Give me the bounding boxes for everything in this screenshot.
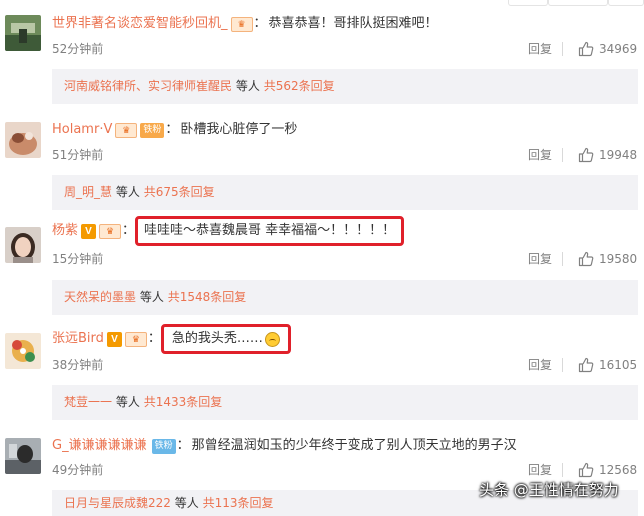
like-button[interactable]: 12568 — [578, 461, 637, 479]
like-count: 12568 — [599, 463, 638, 477]
colon: ： — [122, 223, 136, 238]
comment-text: 急的我头秃…… — [171, 331, 263, 346]
reply-users[interactable]: 周_明_慧 — [64, 185, 112, 199]
reply-count-link[interactable]: 共1548条回复 — [168, 290, 247, 304]
comment-time: 38分钟前 — [52, 358, 104, 372]
toolbar-tab[interactable] — [548, 0, 608, 6]
reply-users-suffix: 等人 — [115, 185, 140, 199]
highlight-box: 急的我头秃…… — [160, 324, 291, 354]
colon: ： — [253, 16, 267, 31]
username[interactable]: G_谦谦谦谦谦谦 — [52, 436, 147, 456]
replies-summary[interactable]: 周_明_慧 等人 共675条回复 — [52, 175, 638, 210]
like-button[interactable]: 34969 — [578, 40, 637, 58]
thumbs-up-icon — [578, 41, 594, 57]
replies-summary[interactable]: 河南威铭律所、实习律师崔醒民 等人 共562条回复 — [52, 69, 638, 104]
top-toolbar-edge — [0, 0, 644, 6]
thumbs-up-icon — [578, 251, 594, 267]
comment-text: 哇哇哇～恭喜魏晨哥 幸幸福福～！！！！！ — [144, 223, 396, 238]
reply-button[interactable]: 回复 — [528, 40, 552, 58]
thumbs-up-icon — [578, 462, 594, 478]
divider — [562, 42, 563, 56]
face-emoji-icon — [264, 331, 280, 347]
avatar[interactable] — [5, 15, 41, 51]
reply-users-suffix: 等人 — [115, 395, 140, 409]
like-button[interactable]: 16105 — [578, 356, 637, 374]
divider — [562, 463, 563, 477]
username[interactable]: 张远Bird — [52, 329, 104, 349]
reply-users[interactable]: 日月与星辰成魏222 — [64, 496, 171, 510]
v-verified-icon: V — [81, 223, 97, 239]
comment-time: 52分钟前 — [52, 42, 104, 56]
thumbs-up-icon — [578, 147, 594, 163]
replies-summary[interactable]: 天然呆的墨墨 等人 共1548条回复 — [52, 280, 638, 315]
crown-icon: ♛ — [124, 331, 147, 347]
avatar[interactable] — [5, 122, 41, 158]
divider — [562, 252, 563, 266]
reply-users-suffix: 等人 — [235, 79, 260, 93]
watermark: 头条 @王性情在努力 — [479, 481, 619, 499]
reply-button[interactable]: 回复 — [528, 461, 552, 479]
reply-count-link[interactable]: 共1433条回复 — [144, 395, 223, 409]
v-verified-icon: V — [106, 331, 122, 347]
like-button[interactable]: 19580 — [578, 250, 637, 268]
reply-button[interactable]: 回复 — [528, 146, 552, 164]
colon: ： — [176, 438, 190, 453]
avatar[interactable] — [5, 227, 41, 263]
like-count: 16105 — [599, 358, 638, 372]
divider — [562, 148, 563, 162]
reply-count-link[interactable]: 共562条回复 — [264, 79, 335, 93]
colon: ： — [165, 122, 179, 137]
highlight-box: 哇哇哇～恭喜魏晨哥 幸幸福福～！！！！！ — [135, 216, 405, 246]
fan-badge: 铁粉 — [151, 438, 176, 454]
avatar[interactable] — [5, 333, 41, 369]
comment-time: 51分钟前 — [52, 148, 104, 162]
crown-icon: ♛ — [115, 122, 138, 138]
toolbar-tab[interactable] — [508, 0, 548, 6]
reply-users-suffix: 等人 — [139, 290, 164, 304]
crown-icon: ♛ — [99, 223, 122, 239]
like-count: 19948 — [599, 148, 638, 162]
thumbs-up-icon — [578, 357, 594, 373]
comment-text: 那曾经温润如玉的少年终于变成了别人顶天立地的男子汉 — [191, 438, 517, 453]
reply-users[interactable]: 梵荳一一 — [64, 395, 112, 409]
reply-users[interactable]: 河南威铭律所、实习律师崔醒民 — [64, 79, 232, 93]
crown-icon: ♛ — [230, 16, 253, 32]
comment-time: 49分钟前 — [52, 463, 104, 477]
like-count: 19580 — [599, 252, 638, 266]
fan-badge: 铁粉 — [140, 122, 165, 138]
divider — [562, 358, 563, 372]
reply-button[interactable]: 回复 — [528, 356, 552, 374]
comment-text: 恭喜恭喜！哥排队挺困难吧！ — [268, 16, 438, 31]
avatar[interactable] — [5, 438, 41, 474]
reply-count-link[interactable]: 共113条回复 — [203, 496, 274, 510]
reply-users-suffix: 等人 — [174, 496, 199, 510]
reply-users[interactable]: 天然呆的墨墨 — [64, 290, 136, 304]
reply-count-link[interactable]: 共675条回复 — [144, 185, 215, 199]
like-count: 34969 — [599, 42, 638, 56]
username[interactable]: 杨紫 — [52, 221, 78, 241]
comment-time: 15分钟前 — [52, 252, 104, 266]
comment-text: 卧槽我心脏停了一秒 — [180, 122, 298, 137]
toolbar-tab[interactable] — [608, 0, 644, 6]
username[interactable]: Holamr·V — [52, 120, 112, 140]
username[interactable]: 世界非著名谈恋爱智能秒回机_ — [52, 14, 228, 34]
reply-button[interactable]: 回复 — [528, 250, 552, 268]
replies-summary[interactable]: 梵荳一一 等人 共1433条回复 — [52, 385, 638, 420]
colon: ： — [147, 331, 161, 346]
like-button[interactable]: 19948 — [578, 146, 637, 164]
